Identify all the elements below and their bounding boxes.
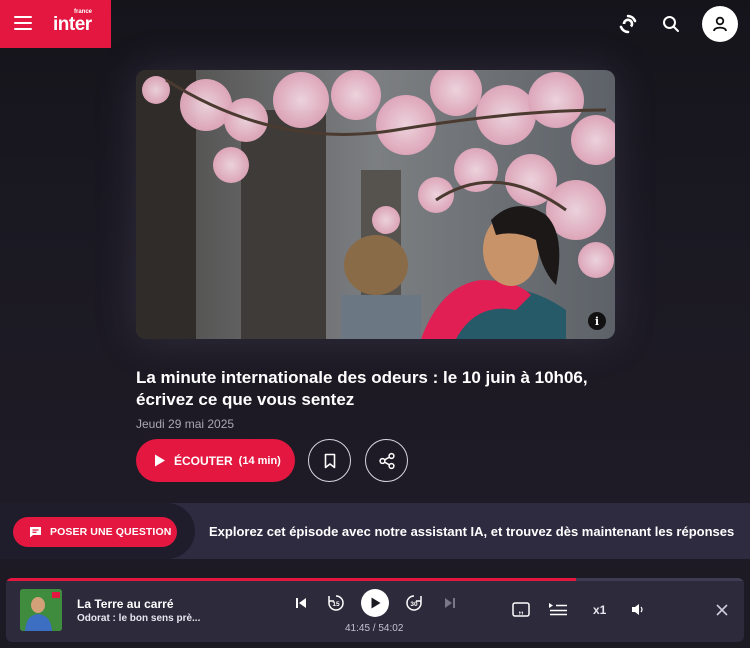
playlist-icon[interactable] [547, 601, 569, 617]
rewind-15-icon[interactable]: 15 [326, 593, 346, 613]
menu-icon[interactable] [14, 16, 32, 30]
brand-block: france inter [0, 0, 111, 48]
episode-image [136, 70, 615, 339]
transcript-icon[interactable]: ,, [512, 601, 530, 617]
listen-label: ÉCOUTER [174, 453, 233, 468]
logo[interactable]: inter [53, 14, 92, 36]
volume-icon[interactable] [630, 602, 646, 616]
listen-duration: (14 min) [238, 454, 281, 467]
show-thumbnail[interactable] [20, 589, 62, 631]
next-icon[interactable] [442, 596, 458, 610]
search-icon[interactable] [659, 12, 683, 36]
user-icon [713, 16, 727, 32]
episode-date: Jeudi 29 mai 2025 [136, 417, 235, 431]
listen-button[interactable]: ÉCOUTER (14 min) [136, 439, 295, 482]
live-radio-icon[interactable] [616, 12, 640, 36]
account-button[interactable] [702, 6, 738, 42]
audio-player: La Terre au carré Odorat : le bon sens p… [6, 578, 744, 642]
ai-banner-left: POSER UNE QUESTION [0, 503, 195, 559]
ask-question-button[interactable]: POSER UNE QUESTION [13, 517, 177, 547]
previous-icon[interactable] [293, 596, 309, 610]
forward-seconds: 30 [410, 601, 418, 608]
bookmark-icon [324, 453, 335, 468]
image-info-icon[interactable]: i [588, 312, 606, 330]
bookmark-button[interactable] [308, 439, 351, 482]
progress-fill [6, 578, 577, 581]
share-button[interactable] [365, 439, 408, 482]
player-play-button[interactable] [361, 589, 389, 617]
site-header: france inter [0, 0, 750, 48]
player-show-title[interactable]: La Terre au carré [77, 597, 174, 611]
forward-30-icon[interactable]: 30 [404, 593, 424, 613]
progress-bar[interactable] [6, 578, 744, 581]
play-icon [155, 454, 165, 467]
rewind-seconds: 15 [332, 601, 340, 608]
ask-question-label: POSER UNE QUESTION [50, 526, 172, 538]
playback-speed[interactable]: x1 [593, 603, 606, 617]
svg-text:,,: ,, [518, 605, 523, 615]
play-icon [371, 597, 380, 609]
ai-assistant-banner: POSER UNE QUESTION Explorez cet épisode … [0, 503, 750, 559]
ai-banner-text[interactable]: Explorez cet épisode avec notre assistan… [209, 524, 744, 539]
player-episode-title[interactable]: Odorat : le bon sens prè... [77, 613, 217, 624]
share-icon [378, 452, 395, 469]
chat-icon [30, 527, 41, 538]
player-time: 41:45 / 54:02 [345, 623, 404, 634]
episode-title: La minute internationale des odeurs : le… [136, 368, 588, 409]
close-icon[interactable] [714, 602, 730, 618]
